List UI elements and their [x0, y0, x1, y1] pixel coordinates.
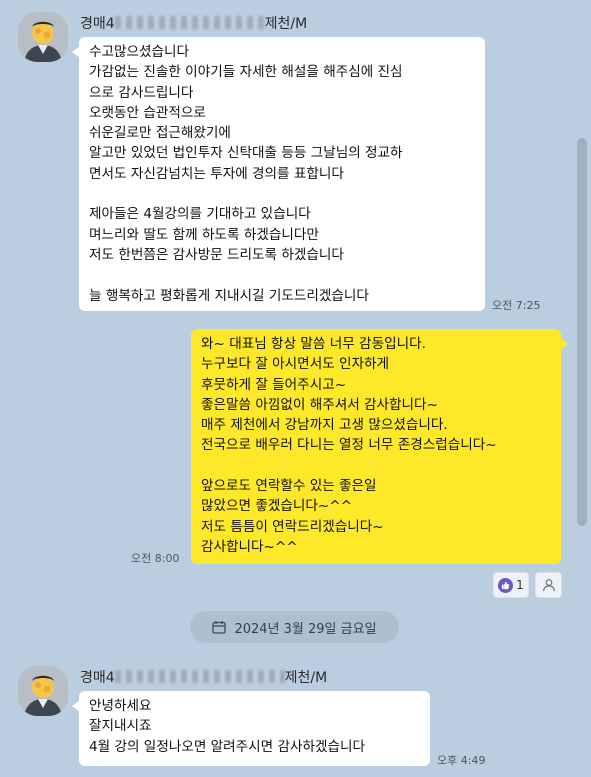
scrollbar-thumb[interactable]: [577, 138, 587, 526]
reactor-button[interactable]: [535, 572, 562, 598]
redacted-name: [114, 670, 285, 683]
date-divider: 2024년 3월 29일 금요일: [190, 611, 399, 643]
message-time: 오전 8:00: [131, 552, 180, 565]
person-icon: [542, 578, 556, 592]
thumbs-up-icon: [498, 577, 514, 593]
sender-name: 경매4 제천/M: [80, 670, 328, 686]
sender-name: 경매4 제천/M: [80, 16, 308, 32]
redacted-name: [114, 16, 265, 29]
outgoing-message[interactable]: 와~ 대표님 항상 말씀 너무 감동입니다. 누구보다 잘 아시면서도 인자하게…: [191, 329, 568, 564]
reaction-button[interactable]: 1: [493, 572, 529, 598]
message-time: 오전 7:25: [492, 299, 541, 312]
incoming-message[interactable]: 수고많으셨습니다 가감없는 진솔한 이야기들 자세한 해설을 해주심에 진심 으…: [72, 37, 485, 311]
sender-avatar[interactable]: [18, 666, 68, 716]
message-time: 오후 4:49: [437, 754, 486, 767]
sender-avatar[interactable]: [18, 12, 68, 62]
reaction-count: 1: [516, 578, 524, 592]
date-label: 2024년 3월 29일 금요일: [234, 621, 377, 637]
calendar-icon: [212, 620, 227, 634]
incoming-message[interactable]: 안녕하세요 잘지내시죠 4월 강의 일정나오면 알려주시면 감사하겠습니다: [72, 691, 430, 766]
